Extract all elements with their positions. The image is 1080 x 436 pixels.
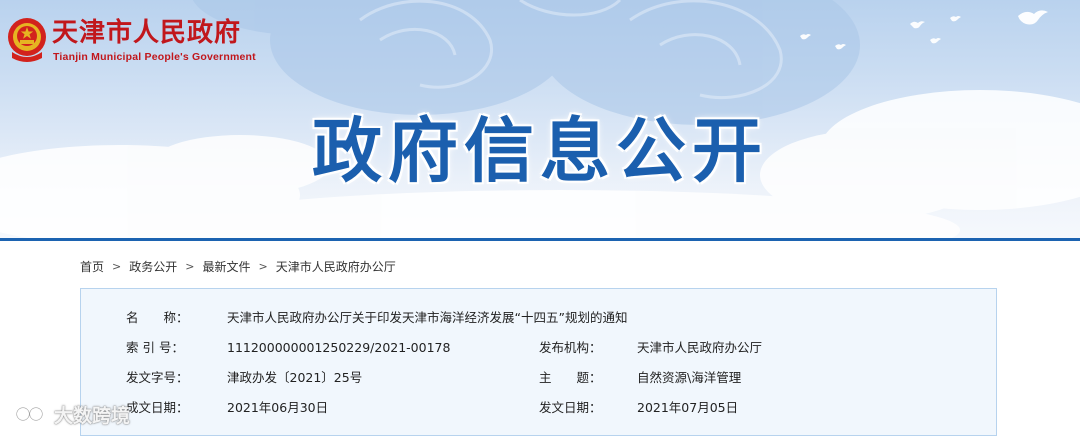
header-banner: 天津市人民政府 Tianjin Municipal People's Gover… — [0, 0, 1080, 240]
emblem-icon — [8, 18, 46, 62]
created-date-label: 成文日期： — [126, 400, 189, 415]
issuer-value: 天津市人民政府办公厅 — [637, 340, 763, 355]
breadcrumb-separator-icon: > — [185, 259, 195, 273]
name-label: 名 称： — [126, 310, 189, 325]
breadcrumb-separator-icon: > — [258, 259, 268, 273]
breadcrumb-separator-icon: > — [112, 259, 122, 273]
created-date-value: 2021年06月30日 — [227, 400, 329, 415]
breadcrumb-item-home[interactable]: 首页 — [80, 258, 104, 275]
index-number-value: 111200000001250229/2021-00178 — [227, 340, 451, 355]
national-emblem-logo[interactable] — [6, 16, 48, 64]
site-subtitle: Tianjin Municipal People's Government — [53, 51, 256, 63]
breadcrumb-item-general-office[interactable]: 天津市人民政府办公厅 — [276, 258, 396, 275]
index-number-label: 索 引 号： — [126, 340, 184, 355]
breadcrumb-item-government-affairs[interactable]: 政务公开 — [129, 258, 177, 275]
subject-label: 主 题： — [539, 370, 602, 385]
watermark-logo-icon — [9, 404, 43, 422]
watermark: 大数跨境 — [8, 400, 130, 428]
doc-number-label: 发文字号： — [126, 370, 189, 385]
subject-value: 自然资源\海洋管理 — [637, 370, 742, 385]
published-date-value: 2021年07月05日 — [637, 400, 739, 415]
watermark-text: 大数跨境 — [54, 404, 131, 427]
name-value: 天津市人民政府办公厅关于印发天津市海洋经济发展“十四五”规划的通知 — [227, 310, 628, 325]
header-divider — [0, 238, 1080, 241]
published-date-label: 发文日期： — [539, 400, 602, 415]
doc-number-value: 津政办发〔2021〕25号 — [227, 370, 363, 385]
breadcrumb-item-latest-documents[interactable]: 最新文件 — [202, 258, 250, 275]
hero-title: 政府信息公开 — [312, 110, 768, 192]
document-info-box: 名 称： 天津市人民政府办公厅关于印发天津市海洋经济发展“十四五”规划的通知 索… — [80, 288, 997, 436]
site-title[interactable]: 天津市人民政府 — [52, 18, 241, 48]
breadcrumb: 首页 > 政务公开 > 最新文件 > 天津市人民政府办公厅 — [80, 256, 396, 276]
issuer-label: 发布机构： — [539, 340, 602, 355]
